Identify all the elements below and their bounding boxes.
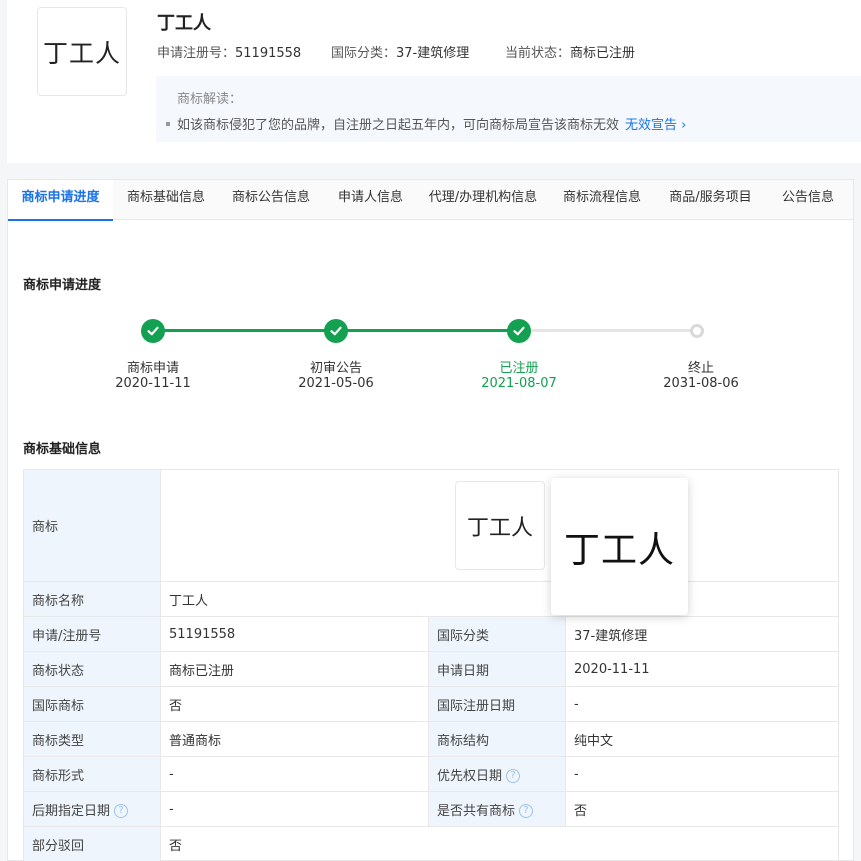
trademark-detail-card: 商标申请进度 商标基础信息 商标公告信息 申请人信息 代理/办理机构信息 商标流… xyxy=(7,179,854,861)
step-label: 商标申请 xyxy=(126,361,179,376)
name-key: 商标名称 xyxy=(23,581,161,617)
basic-info-table: 商标 丁工人 商标名称 丁工人 申请/注册号 51191558 国际分类 37-… xyxy=(23,469,839,861)
tab-bar: 商标申请进度 商标基础信息 商标公告信息 申请人信息 代理/办理机构信息 商标流… xyxy=(8,180,853,221)
step-label: 终止 xyxy=(687,361,714,376)
apply-date-key: 申请日期 xyxy=(428,651,566,687)
invalid-declaration-link[interactable]: 无效宣告 › xyxy=(625,118,686,133)
interpretation-title: 商标解读： xyxy=(177,92,243,107)
tab-progress[interactable]: 商标申请进度 xyxy=(8,180,113,221)
later-key-label: 后期指定日期 xyxy=(32,803,111,819)
partial-value: 否 xyxy=(160,826,839,861)
trademark-logo[interactable]: 丁工人 xyxy=(37,7,127,96)
status-key: 商标状态 xyxy=(23,651,161,687)
bullet-icon xyxy=(166,121,170,126)
shared-value: 否 xyxy=(565,791,839,827)
class-meta: 国际分类：37-建筑修理 xyxy=(331,42,469,61)
tab-process-info[interactable]: 商标流程信息 xyxy=(552,180,652,220)
table-row: 商标名称 丁工人 xyxy=(23,581,839,617)
reg-no-meta: 申请注册号：51191558 xyxy=(157,42,301,61)
table-row: 商标状态 商标已注册 申请日期 2020-11-11 xyxy=(23,651,839,687)
step-date: 2031-08-06 xyxy=(663,376,739,391)
table-row: 部分驳回 否 xyxy=(23,826,839,861)
progress-line-pending xyxy=(519,329,697,332)
interpretation-box: 商标解读： 如该商标侵犯了您的品牌，自注册之日起五年内，可向商标局宣告该商标无效… xyxy=(156,76,861,142)
trademark-image[interactable]: 丁工人 xyxy=(455,481,545,570)
tab-goods-services[interactable]: 商品/服务项目 xyxy=(658,180,763,220)
zoom-popup-text: 丁工人 xyxy=(563,529,675,571)
trademark-logo-text: 丁工人 xyxy=(42,38,121,68)
priority-key: 优先权日期? xyxy=(428,756,566,792)
structure-key: 商标结构 xyxy=(428,721,566,757)
tab-agency-info[interactable]: 代理/办理机构信息 xyxy=(418,180,548,220)
tab-applicant-info[interactable]: 申请人信息 xyxy=(328,180,413,220)
status-value: 商标已注册 xyxy=(570,46,636,61)
interpretation-line: 如该商标侵犯了您的品牌，自注册之日起五年内，可向商标局宣告该商标无效 无效宣告 › xyxy=(166,114,686,133)
step-check-icon xyxy=(324,319,348,343)
shared-key: 是否共有商标? xyxy=(428,791,566,827)
reg-key: 申请/注册号 xyxy=(23,616,161,652)
reg-no-value: 51191558 xyxy=(235,46,302,61)
form-key: 商标形式 xyxy=(23,756,161,792)
intl-class-value: 37-建筑修理 xyxy=(565,616,839,652)
later-value: - xyxy=(160,791,429,827)
form-value: - xyxy=(160,756,429,792)
intl-class-key: 国际分类 xyxy=(428,616,566,652)
trademark-image-cell: 丁工人 xyxy=(160,469,839,582)
progress-section-title: 商标申请进度 xyxy=(23,278,102,293)
intl-reg-date-value: - xyxy=(565,686,839,722)
type-value: 普通商标 xyxy=(160,721,429,757)
trademark-zoom-popup: 丁工人 xyxy=(551,478,688,615)
partial-key: 部分驳回 xyxy=(23,826,161,861)
invalid-declaration-link-label: 无效宣告 xyxy=(625,118,678,133)
class-value: 37-建筑修理 xyxy=(396,46,470,61)
progress-steps: 商标申请 2020-11-11 初审公告 2021-05-06 已注册 2021… xyxy=(8,310,853,400)
priority-key-label: 优先权日期 xyxy=(437,768,503,784)
structure-value: 纯中文 xyxy=(565,721,839,757)
step-date: 2020-11-11 xyxy=(115,376,191,391)
table-row: 商标 丁工人 xyxy=(23,469,839,582)
apply-date-value: 2020-11-11 xyxy=(565,651,839,687)
type-key: 商标类型 xyxy=(23,721,161,757)
step-label-current: 已注册 xyxy=(499,361,539,376)
step-check-icon xyxy=(507,319,531,343)
tab-announcement-info[interactable]: 商标公告信息 xyxy=(221,180,321,220)
tab-notice-info[interactable]: 公告信息 xyxy=(773,180,843,220)
intl-tm-value: 否 xyxy=(160,686,429,722)
reg-value: 51191558 xyxy=(160,616,429,652)
help-icon[interactable]: ? xyxy=(114,804,129,818)
help-icon[interactable]: ? xyxy=(519,804,534,818)
tab-basic-info[interactable]: 商标基础信息 xyxy=(116,180,216,220)
step-date: 2021-05-06 xyxy=(298,376,374,391)
status-label: 当前状态： xyxy=(505,46,571,61)
class-label: 国际分类： xyxy=(331,46,397,61)
table-row: 商标类型 普通商标 商标结构 纯中文 xyxy=(23,721,839,757)
trademark-title: 丁工人 xyxy=(157,13,211,34)
step-pending-icon xyxy=(690,324,704,338)
name-value: 丁工人 xyxy=(160,581,839,617)
table-row: 国际商标 否 国际注册日期 - xyxy=(23,686,839,722)
later-key: 后期指定日期? xyxy=(23,791,161,827)
reg-no-label: 申请注册号： xyxy=(157,46,236,61)
step-check-icon xyxy=(141,319,165,343)
table-row: 商标形式 - 优先权日期? - xyxy=(23,756,839,792)
trademark-image-text: 丁工人 xyxy=(466,515,533,541)
basic-section-title: 商标基础信息 xyxy=(23,442,102,457)
step-date-current: 2021-08-07 xyxy=(481,376,557,391)
trademark-key: 商标 xyxy=(23,469,161,582)
step-label: 初审公告 xyxy=(309,361,362,376)
interpretation-text: 如该商标侵犯了您的品牌，自注册之日起五年内，可向商标局宣告该商标无效 xyxy=(177,118,620,133)
chevron-right-icon: › xyxy=(681,118,687,133)
table-row: 申请/注册号 51191558 国际分类 37-建筑修理 xyxy=(23,616,839,652)
trademark-header-card: 丁工人 丁工人 申请注册号：51191558 国际分类：37-建筑修理 当前状态… xyxy=(7,0,861,163)
help-icon[interactable]: ? xyxy=(506,769,521,783)
status-meta: 当前状态：商标已注册 xyxy=(505,42,635,61)
shared-key-label: 是否共有商标 xyxy=(437,803,516,819)
status-value: 商标已注册 xyxy=(160,651,429,687)
intl-reg-date-key: 国际注册日期 xyxy=(428,686,566,722)
priority-value: - xyxy=(565,756,839,792)
intl-tm-key: 国际商标 xyxy=(23,686,161,722)
table-row: 后期指定日期? - 是否共有商标? 否 xyxy=(23,791,839,827)
